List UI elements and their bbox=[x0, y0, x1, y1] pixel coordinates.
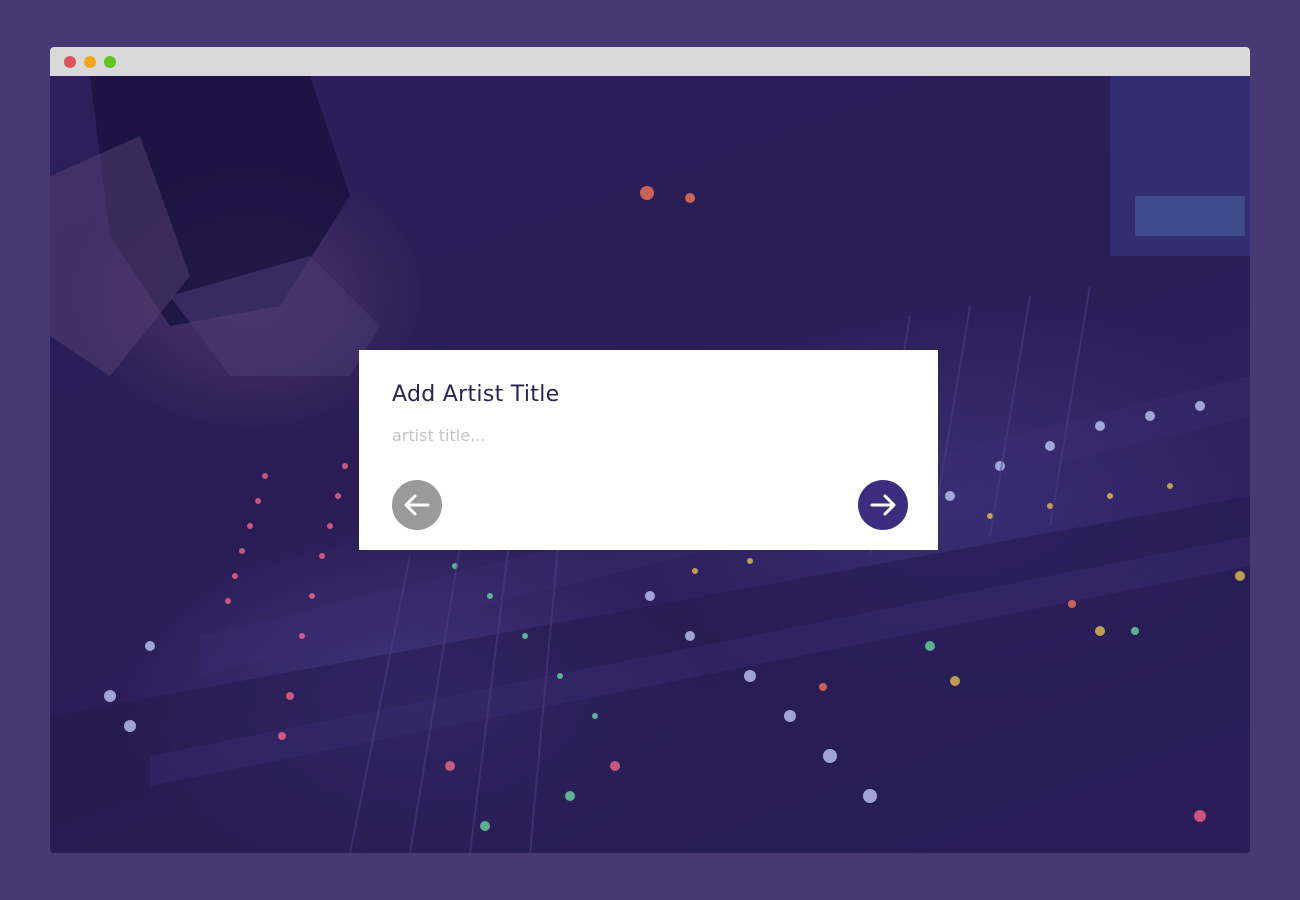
arrow-left-icon bbox=[402, 490, 432, 520]
next-button[interactable] bbox=[858, 480, 908, 530]
back-button[interactable] bbox=[392, 480, 442, 530]
background-photo-mixing-console: Add Artist Title bbox=[50, 76, 1250, 853]
minimize-window-button[interactable] bbox=[84, 56, 96, 68]
add-artist-title-card: Add Artist Title bbox=[359, 350, 938, 550]
artist-title-input[interactable] bbox=[392, 423, 872, 447]
browser-window: Add Artist Title bbox=[50, 47, 1250, 853]
arrow-right-icon bbox=[868, 490, 898, 520]
window-titlebar bbox=[50, 47, 1250, 76]
card-title: Add Artist Title bbox=[392, 382, 560, 407]
close-window-button[interactable] bbox=[64, 56, 76, 68]
maximize-window-button[interactable] bbox=[104, 56, 116, 68]
